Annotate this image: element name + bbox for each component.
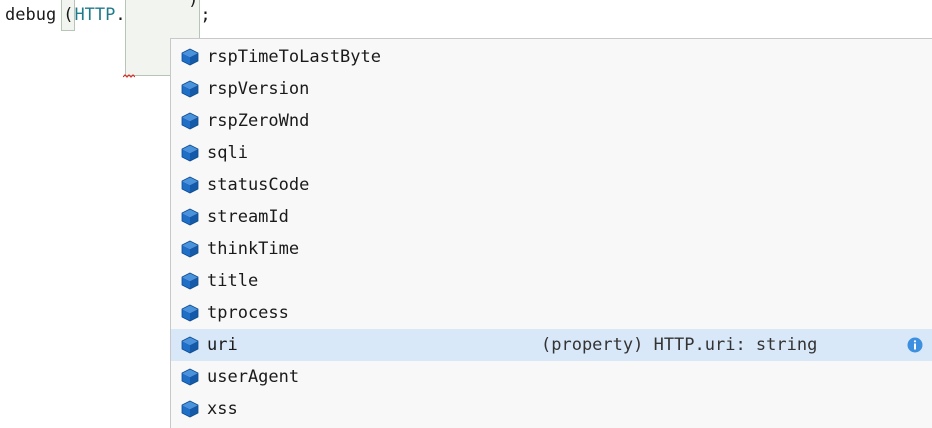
suggestion-label: rspTimeToLastByte [207, 47, 381, 67]
suggestion-label: thinkTime [207, 239, 300, 259]
suggestion-label: xss [207, 399, 238, 419]
suggestion-item[interactable]: userAgent [171, 361, 932, 393]
suggestion-widget[interactable]: rspTimeToLastByte rspVersion rspZeroWnd sql… [170, 38, 932, 428]
suggestion-label: userAgent [207, 367, 300, 387]
semicolon-token: ; [200, 5, 211, 25]
property-icon [180, 143, 200, 163]
suggestion-item[interactable]: statusCode [171, 169, 932, 201]
property-icon [180, 271, 200, 291]
suggestion-detail: (property) HTTP.uri: string [541, 335, 818, 355]
dot-token: . [115, 5, 126, 25]
error-squiggle-icon [122, 74, 135, 78]
function-name: debug [5, 5, 57, 25]
property-icon [180, 111, 200, 131]
property-icon [180, 79, 200, 99]
close-paren-text: ) [188, 0, 199, 10]
code-line[interactable]: debug ( HTTP . ) ; [5, 0, 211, 78]
property-icon [180, 303, 200, 323]
suggestion-item[interactable]: uri (property) HTTP.uri: string [171, 329, 932, 361]
property-icon [180, 399, 200, 419]
suggestion-label: streamId [207, 207, 289, 227]
property-icon [180, 367, 200, 387]
property-icon [180, 47, 200, 67]
suggestion-item[interactable]: streamId [171, 201, 932, 233]
property-icon [180, 207, 200, 227]
property-icon [180, 335, 200, 355]
suggestion-item[interactable]: rspTimeToLastByte [171, 41, 932, 73]
suggestion-item[interactable]: sqli [171, 137, 932, 169]
suggestion-item[interactable]: title [171, 265, 932, 297]
suggestion-label: title [207, 271, 259, 291]
property-icon [180, 175, 200, 195]
suggestion-label: uri [207, 335, 238, 355]
suggestion-item[interactable]: xss [171, 393, 932, 425]
suggestion-item[interactable]: thinkTime [171, 233, 932, 265]
suggestion-label: sqli [207, 143, 248, 163]
suggestion-label: tprocess [207, 303, 289, 323]
suggestion-label: rspVersion [207, 79, 310, 99]
property-icon [180, 239, 200, 259]
editor-page: debug ( HTTP . ) ; rspTimeToLastByte rspV… [0, 0, 932, 428]
suggestion-label: rspZeroWnd [207, 111, 310, 131]
open-paren: ( [61, 0, 76, 31]
suggestion-item[interactable]: tprocess [171, 297, 932, 329]
namespace-token: HTTP [74, 5, 116, 25]
suggestion-label: statusCode [207, 175, 310, 195]
suggestion-item[interactable]: rspZeroWnd [171, 105, 932, 137]
suggestion-item[interactable]: rspVersion [171, 73, 932, 105]
info-icon[interactable] [907, 337, 923, 353]
